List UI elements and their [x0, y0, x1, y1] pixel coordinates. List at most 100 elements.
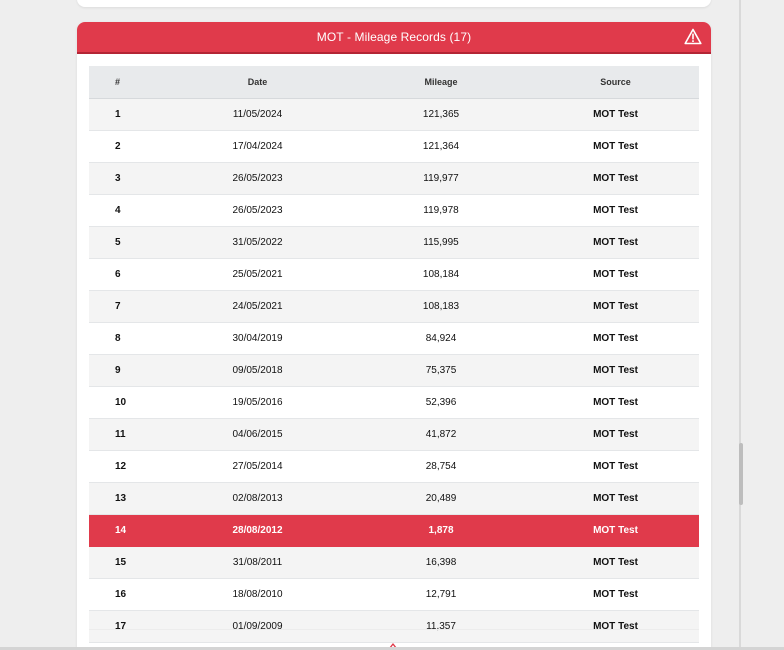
row-number-cell: 2: [89, 130, 165, 163]
mileage-records-panel: MOT - Mileage Records (17) # Date Mileag…: [77, 22, 711, 650]
date-cell: 30/04/2019: [165, 322, 350, 355]
row-number-cell: 8: [89, 322, 165, 355]
row-number-cell: 1: [89, 98, 165, 131]
date-cell: 25/05/2021: [165, 258, 350, 291]
section-divider: [89, 629, 699, 630]
mileage-cell: 121,364: [350, 130, 532, 163]
mileage-cell: 84,924: [350, 322, 532, 355]
column-header-mileage: Mileage: [350, 66, 532, 99]
scrollbar-thumb[interactable]: [739, 443, 743, 505]
date-cell: 28/08/2012: [165, 514, 350, 547]
row-number-cell: 5: [89, 226, 165, 259]
source-cell: MOT Test: [532, 610, 699, 643]
source-cell: MOT Test: [532, 194, 699, 227]
mileage-cell: 12,791: [350, 578, 532, 611]
column-header-number: #: [89, 66, 165, 99]
mileage-cell: 1,878: [350, 514, 532, 547]
row-number-cell: 15: [89, 546, 165, 579]
row-number-cell: 12: [89, 450, 165, 483]
date-cell: 27/05/2014: [165, 450, 350, 483]
mileage-cell: 11,357: [350, 610, 532, 643]
panel-header[interactable]: MOT - Mileage Records (17): [77, 22, 711, 54]
date-cell: 02/08/2013: [165, 482, 350, 515]
mileage-cell: 28,754: [350, 450, 532, 483]
mileage-cell: 121,365: [350, 98, 532, 131]
table-row: 2 17/04/2024 121,364 MOT Test: [89, 130, 699, 163]
table-row: 4 26/05/2023 119,978 MOT Test: [89, 194, 699, 227]
mileage-cell: 52,396: [350, 386, 532, 419]
source-cell: MOT Test: [532, 226, 699, 259]
row-number-cell: 7: [89, 290, 165, 323]
mileage-table-container: # Date Mileage Source 1 11/05/2024 121,365…: [89, 66, 699, 643]
table-row: 1 11/05/2024 121,365 MOT Test: [89, 98, 699, 131]
panel-title: MOT - Mileage Records (17): [316, 30, 472, 44]
mileage-cell: 119,977: [350, 162, 532, 195]
table-row: 17 01/09/2009 11,357 MOT Test: [89, 610, 699, 643]
table-row: 9 09/05/2018 75,375 MOT Test: [89, 354, 699, 387]
date-cell: 31/05/2022: [165, 226, 350, 259]
table-header-row: # Date Mileage Source: [89, 66, 699, 99]
row-number-cell: 17: [89, 610, 165, 643]
table-row: 16 18/08/2010 12,791 MOT Test: [89, 578, 699, 611]
source-cell: MOT Test: [532, 450, 699, 483]
column-header-source: Source: [532, 66, 699, 99]
table-row: 7 24/05/2021 108,183 MOT Test: [89, 290, 699, 323]
mileage-cell: 108,183: [350, 290, 532, 323]
row-number-cell: 16: [89, 578, 165, 611]
mileage-cell: 108,184: [350, 258, 532, 291]
source-cell: MOT Test: [532, 130, 699, 163]
table-row: 13 02/08/2013 20,489 MOT Test: [89, 482, 699, 515]
date-cell: 01/09/2009: [165, 610, 350, 643]
date-cell: 31/08/2011: [165, 546, 350, 579]
mileage-table: # Date Mileage Source 1 11/05/2024 121,365…: [89, 66, 699, 643]
table-row: 6 25/05/2021 108,184 MOT Test: [89, 258, 699, 291]
scrollbar-track[interactable]: [739, 0, 741, 650]
table-row: 5 31/05/2022 115,995 MOT Test: [89, 226, 699, 259]
source-cell: MOT Test: [532, 418, 699, 451]
table-row: 3 26/05/2023 119,977 MOT Test: [89, 162, 699, 195]
source-cell: MOT Test: [532, 290, 699, 323]
table-row: 15 31/08/2011 16,398 MOT Test: [89, 546, 699, 579]
mileage-cell: 115,995: [350, 226, 532, 259]
mileage-cell: 20,489: [350, 482, 532, 515]
row-number-cell: 4: [89, 194, 165, 227]
date-cell: 17/04/2024: [165, 130, 350, 163]
source-cell: MOT Test: [532, 258, 699, 291]
table-row: 12 27/05/2014 28,754 MOT Test: [89, 450, 699, 483]
table-row: 10 19/05/2016 52,396 MOT Test: [89, 386, 699, 419]
date-cell: 04/06/2015: [165, 418, 350, 451]
date-cell: 24/05/2021: [165, 290, 350, 323]
page: MOT - Mileage Records (17) # Date Mileag…: [0, 0, 784, 650]
source-cell: MOT Test: [532, 354, 699, 387]
warning-triangle-icon: [684, 28, 702, 45]
date-cell: 26/05/2023: [165, 194, 350, 227]
source-cell: MOT Test: [532, 162, 699, 195]
row-number-cell: 13: [89, 482, 165, 515]
date-cell: 09/05/2018: [165, 354, 350, 387]
mileage-cell: 75,375: [350, 354, 532, 387]
table-body: 1 11/05/2024 121,365 MOT Test 2 17/04/2024 121…: [89, 98, 699, 643]
date-cell: 18/08/2010: [165, 578, 350, 611]
row-number-cell: 6: [89, 258, 165, 291]
row-number-cell: 14: [89, 514, 165, 547]
row-number-cell: 10: [89, 386, 165, 419]
row-number-cell: 3: [89, 162, 165, 195]
table-row-flagged: 14 28/08/2012 1,878 MOT Test: [89, 514, 699, 547]
source-cell: MOT Test: [532, 98, 699, 131]
mileage-cell: 41,872: [350, 418, 532, 451]
mileage-cell: 119,978: [350, 194, 532, 227]
column-header-date: Date: [165, 66, 350, 99]
source-cell: MOT Test: [532, 322, 699, 355]
table-row: 11 04/06/2015 41,872 MOT Test: [89, 418, 699, 451]
row-number-cell: 11: [89, 418, 165, 451]
date-cell: 11/05/2024: [165, 98, 350, 131]
mileage-cell: 16,398: [350, 546, 532, 579]
table-row: 8 30/04/2019 84,924 MOT Test: [89, 322, 699, 355]
date-cell: 19/05/2016: [165, 386, 350, 419]
row-number-cell: 9: [89, 354, 165, 387]
source-cell: MOT Test: [532, 386, 699, 419]
source-cell: MOT Test: [532, 482, 699, 515]
source-cell: MOT Test: [532, 546, 699, 579]
previous-card: [77, 0, 711, 7]
source-cell: MOT Test: [532, 578, 699, 611]
